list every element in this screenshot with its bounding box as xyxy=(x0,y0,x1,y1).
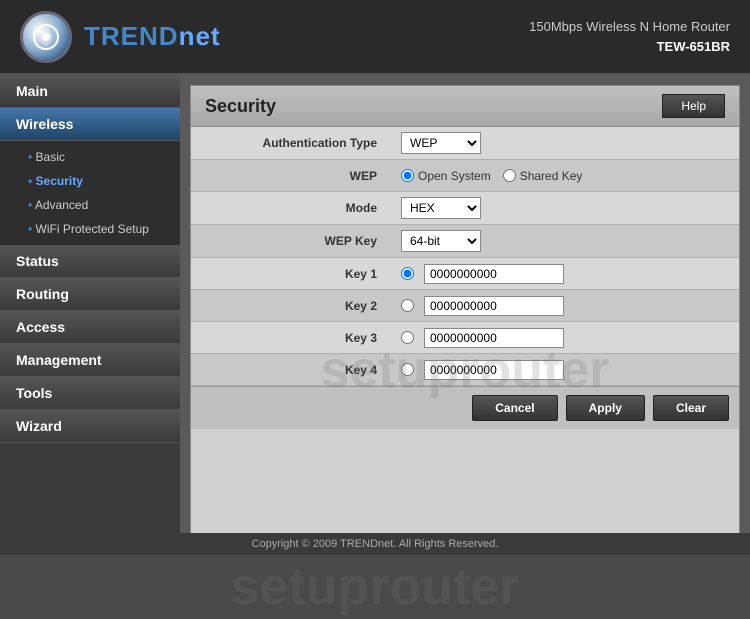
clear-button[interactable]: Clear xyxy=(653,395,729,421)
key3-input[interactable] xyxy=(424,328,564,348)
key1-control xyxy=(391,259,739,289)
logo-area: TRENDnet xyxy=(20,11,221,63)
open-system-radio[interactable] xyxy=(401,169,414,182)
key4-label: Key 4 xyxy=(191,358,391,382)
wep-label: WEP xyxy=(191,164,391,188)
sidebar-item-status[interactable]: Status xyxy=(0,245,180,278)
content-inner: Security Help Authentication Type WEP WP… xyxy=(190,85,740,545)
content-header: Security Help xyxy=(191,86,739,127)
sidebar-subitem-wifi-setup[interactable]: WiFi Protected Setup xyxy=(0,217,180,241)
brand-name: TRENDnet xyxy=(84,21,221,52)
wep-control: Open System Shared Key xyxy=(391,164,739,188)
key3-radio[interactable] xyxy=(401,331,414,344)
auth-type-row: Authentication Type WEP WPA WPA2 Disable… xyxy=(191,127,739,160)
header: TRENDnet 150Mbps Wireless N Home Router … xyxy=(0,0,750,75)
open-system-label[interactable]: Open System xyxy=(401,169,491,183)
key4-row: Key 4 xyxy=(191,354,739,386)
wep-key-select[interactable]: 64-bit 128-bit xyxy=(401,230,481,252)
logo-icon xyxy=(20,11,72,63)
key3-row: Key 3 xyxy=(191,322,739,354)
layout: Main Wireless Basic Security Advanced Wi… xyxy=(0,75,750,555)
security-form: Authentication Type WEP WPA WPA2 Disable… xyxy=(191,127,739,386)
sidebar-subitem-advanced[interactable]: Advanced xyxy=(0,193,180,217)
button-row: Cancel Apply Clear xyxy=(191,386,739,429)
key4-input[interactable] xyxy=(424,360,564,380)
key3-control xyxy=(391,323,739,353)
sidebar-item-main[interactable]: Main xyxy=(0,75,180,108)
sidebar-item-wireless[interactable]: Wireless xyxy=(0,108,180,141)
key3-label: Key 3 xyxy=(191,326,391,350)
key1-label: Key 1 xyxy=(191,262,391,286)
sidebar-item-management[interactable]: Management xyxy=(0,344,180,377)
mode-control: HEX ASCII xyxy=(391,192,739,224)
product-info: 150Mbps Wireless N Home Router TEW-651BR xyxy=(529,17,730,56)
mode-label: Mode xyxy=(191,196,391,220)
sidebar: Main Wireless Basic Security Advanced Wi… xyxy=(0,75,180,555)
sidebar-item-routing[interactable]: Routing xyxy=(0,278,180,311)
auth-type-control: WEP WPA WPA2 Disabled xyxy=(391,127,739,159)
sidebar-item-tools[interactable]: Tools xyxy=(0,377,180,410)
key2-row: Key 2 xyxy=(191,290,739,322)
sidebar-item-access[interactable]: Access xyxy=(0,311,180,344)
page-title: Security xyxy=(205,96,276,117)
mode-row: Mode HEX ASCII xyxy=(191,192,739,225)
wep-key-control: 64-bit 128-bit xyxy=(391,225,739,257)
key1-input[interactable] xyxy=(424,264,564,284)
auth-type-label: Authentication Type xyxy=(191,131,391,155)
key4-radio[interactable] xyxy=(401,363,414,376)
auth-type-select[interactable]: WEP WPA WPA2 Disabled xyxy=(401,132,481,154)
copyright: Copyright © 2009 TRENDnet. All Rights Re… xyxy=(0,533,750,555)
main-content: Security Help Authentication Type WEP WP… xyxy=(180,75,750,555)
sidebar-item-wizard[interactable]: Wizard xyxy=(0,410,180,443)
apply-button[interactable]: Apply xyxy=(566,395,645,421)
wep-key-row: WEP Key 64-bit 128-bit xyxy=(191,225,739,258)
key2-input[interactable] xyxy=(424,296,564,316)
help-button[interactable]: Help xyxy=(662,94,725,118)
model-number: TEW-651BR xyxy=(529,37,730,57)
sidebar-subitem-basic[interactable]: Basic xyxy=(0,145,180,169)
key4-control xyxy=(391,355,739,385)
key1-radio[interactable] xyxy=(401,267,414,280)
key1-row: Key 1 xyxy=(191,258,739,290)
wep-row: WEP Open System Shared Key xyxy=(191,160,739,192)
key2-control xyxy=(391,291,739,321)
cancel-button[interactable]: Cancel xyxy=(472,395,557,421)
wireless-submenu: Basic Security Advanced WiFi Protected S… xyxy=(0,141,180,245)
shared-key-label[interactable]: Shared Key xyxy=(503,169,583,183)
key2-label: Key 2 xyxy=(191,294,391,318)
sidebar-subitem-security[interactable]: Security xyxy=(0,169,180,193)
key2-radio[interactable] xyxy=(401,299,414,312)
wep-key-label: WEP Key xyxy=(191,229,391,253)
shared-key-radio[interactable] xyxy=(503,169,516,182)
watermark: setuprouter xyxy=(0,555,750,619)
product-name: 150Mbps Wireless N Home Router xyxy=(529,17,730,37)
mode-select[interactable]: HEX ASCII xyxy=(401,197,481,219)
